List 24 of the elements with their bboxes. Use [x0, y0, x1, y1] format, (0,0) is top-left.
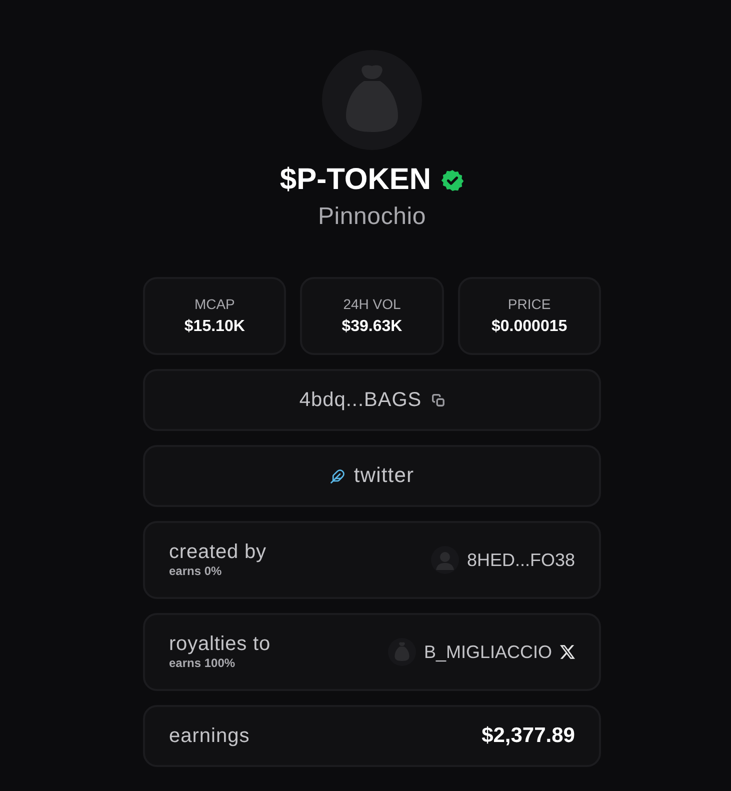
copy-icon — [432, 394, 445, 406]
stat-label: PRICE — [508, 295, 551, 313]
bag-avatar-icon — [388, 638, 416, 666]
stat-label: 24H VOL — [343, 295, 401, 313]
earnings-value: $2,377.89 — [482, 724, 575, 748]
contract-address-button[interactable]: 4bdq...BAGS — [143, 369, 601, 431]
account-role-label: created by — [169, 541, 266, 564]
feather-icon — [330, 468, 345, 484]
stat-value: $15.10K — [184, 317, 245, 337]
person-avatar-icon — [430, 546, 459, 574]
token-symbol: $P-TOKEN — [280, 162, 432, 198]
earns-share-label: earns 0% — [169, 564, 223, 579]
x-logo-icon[interactable] — [560, 645, 575, 659]
token-name: Pinnochio — [318, 203, 426, 231]
stat-value: $0.000015 — [492, 317, 568, 337]
token-avatar-icon — [322, 50, 422, 150]
earns-share-label: earns 100% — [169, 656, 236, 671]
account-link[interactable]: B_MIGLIACCIO — [424, 641, 552, 663]
twitter-link-button[interactable]: twitter — [143, 445, 601, 507]
stat-label: MCAP — [194, 295, 235, 313]
stat-value: $39.63K — [342, 317, 402, 337]
account-role-label: royalties to — [169, 633, 271, 656]
earnings-label: earnings — [169, 724, 250, 748]
account-link[interactable]: 8HED...FO38 — [466, 549, 575, 571]
